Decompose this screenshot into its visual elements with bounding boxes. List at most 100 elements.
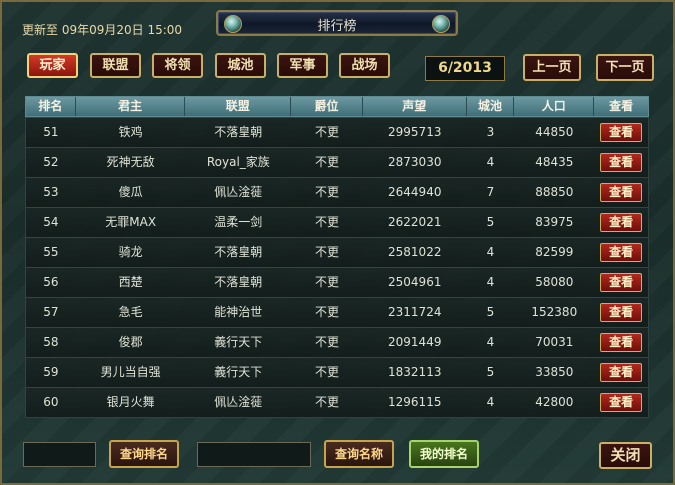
cell-cities: 4 (486, 395, 495, 409)
cell-alliance: 不落皇朝 (214, 125, 263, 139)
cell-lord: 骑龙 (118, 245, 143, 259)
cell-lord: 铁鸡 (118, 125, 143, 139)
cell-prestige: 2091449 (388, 335, 442, 349)
view-button[interactable]: 查看 (600, 213, 643, 232)
rank-search-input[interactable] (23, 442, 96, 467)
cell-population: 152380 (531, 305, 578, 319)
cell-view: 查看 (594, 118, 648, 147)
cell-population: 42800 (535, 395, 574, 409)
tab-alliances[interactable]: 联盟 (90, 53, 141, 78)
cell-population: 48435 (535, 155, 574, 169)
tab-players[interactable]: 玩家 (27, 53, 78, 78)
view-button[interactable]: 查看 (600, 393, 643, 412)
table-header: 排名 君主 联盟 爵位 声望 城池 人口 查看 (25, 96, 649, 117)
cell-title: 不更 (315, 245, 340, 259)
prev-page-button[interactable]: 上一页 (523, 54, 581, 81)
cell-rank: 55 (43, 245, 59, 259)
cell-alliance: 佩亾淦蓰 (214, 185, 263, 199)
table-row: 51 铁鸡 不落皇朝 不更 2995713 3 44850 查看 (26, 117, 648, 147)
column-header-view: 查看 (609, 99, 634, 113)
cell-cities: 4 (486, 155, 495, 169)
column-header-population[interactable]: 人口 (514, 97, 595, 116)
table-row: 55 骑龙 不落皇朝 不更 2581022 4 82599 查看 (26, 237, 648, 267)
cell-view: 查看 (594, 238, 648, 267)
view-button[interactable]: 查看 (600, 153, 643, 172)
next-page-button[interactable]: 下一页 (596, 54, 654, 81)
cell-cities: 5 (486, 365, 495, 379)
cell-cities: 4 (486, 335, 495, 349)
cell-rank: 59 (43, 365, 59, 379)
ranking-table: 51 铁鸡 不落皇朝 不更 2995713 3 44850 查看 52 死神无敌… (25, 117, 649, 418)
cell-lord: 急毛 (118, 305, 143, 319)
tab-generals[interactable]: 将领 (152, 53, 203, 78)
gem-icon (432, 15, 450, 33)
view-button[interactable]: 查看 (600, 123, 643, 142)
view-button[interactable]: 查看 (600, 303, 643, 322)
cell-population: 33850 (535, 365, 574, 379)
column-header-cities[interactable]: 城池 (467, 97, 515, 116)
cell-lord: 男儿当自强 (100, 365, 161, 379)
table-row: 54 无罪MAX 温柔一剑 不更 2622021 5 83975 查看 (26, 207, 648, 237)
query-name-button[interactable]: 查询名称 (324, 440, 394, 468)
view-button[interactable]: 查看 (600, 183, 643, 202)
page-title: 排行榜 (317, 19, 357, 34)
table-row: 57 急毛 能神治世 不更 2311724 5 152380 查看 (26, 297, 648, 327)
view-button[interactable]: 查看 (600, 273, 643, 292)
query-rank-button[interactable]: 查询排名 (109, 440, 179, 468)
cell-lord: 无罪MAX (105, 215, 157, 229)
cell-view: 查看 (594, 388, 648, 417)
cell-alliance: 不落皇朝 (214, 275, 263, 289)
cell-lord: 俊郡 (118, 335, 143, 349)
column-header-prestige[interactable]: 声望 (363, 97, 467, 116)
cell-title: 不更 (315, 215, 340, 229)
cell-rank: 54 (43, 215, 59, 229)
cell-prestige: 2873030 (388, 155, 442, 169)
view-button[interactable]: 查看 (600, 333, 643, 352)
column-header-rank[interactable]: 排名 (26, 97, 76, 116)
tab-military[interactable]: 军事 (277, 53, 328, 78)
table-row: 59 男儿当自强 義行天下 不更 1832113 5 33850 查看 (26, 357, 648, 387)
cell-prestige: 2581022 (388, 245, 442, 259)
cell-population: 70031 (535, 335, 574, 349)
cell-cities: 5 (486, 215, 495, 229)
close-button[interactable]: 关闭 (599, 442, 652, 469)
cell-alliance: 不落皇朝 (214, 245, 263, 259)
cell-lord: 银月火舞 (106, 395, 155, 409)
view-button[interactable]: 查看 (600, 363, 643, 382)
cell-view: 查看 (594, 148, 648, 177)
cell-prestige: 2504961 (388, 275, 442, 289)
tab-battlefield[interactable]: 战场 (339, 53, 390, 78)
cell-lord: 西楚 (118, 275, 143, 289)
cell-title: 不更 (315, 305, 340, 319)
cell-prestige: 2995713 (388, 125, 442, 139)
column-header-title[interactable]: 爵位 (291, 97, 363, 116)
cell-alliance: 義行天下 (214, 335, 263, 349)
cell-prestige: 2622021 (388, 215, 442, 229)
cell-alliance: 義行天下 (214, 365, 263, 379)
cell-title: 不更 (315, 125, 340, 139)
cell-lord: 傻瓜 (118, 185, 143, 199)
cell-rank: 58 (43, 335, 59, 349)
cell-alliance: Royal_家族 (206, 155, 270, 169)
cell-view: 查看 (594, 298, 648, 327)
cell-population: 82599 (535, 245, 574, 259)
cell-population: 88850 (535, 185, 574, 199)
table-row: 52 死神无敌 Royal_家族 不更 2873030 4 48435 查看 (26, 147, 648, 177)
column-header-lord[interactable]: 君主 (76, 97, 186, 116)
name-search-input[interactable] (197, 442, 311, 467)
cell-prestige: 1296115 (388, 395, 442, 409)
update-timestamp: 更新至 09年09月20日 15:00 (22, 23, 183, 37)
view-button[interactable]: 查看 (600, 243, 643, 262)
cell-view: 查看 (594, 358, 648, 387)
cell-rank: 57 (43, 305, 59, 319)
cell-cities: 7 (486, 185, 495, 199)
table-row: 60 银月火舞 佩亾淦蓰 不更 1296115 4 42800 查看 (26, 387, 648, 417)
cell-prestige: 2311724 (388, 305, 442, 319)
tab-cities[interactable]: 城池 (215, 53, 266, 78)
cell-lord: 死神无敌 (106, 155, 155, 169)
my-rank-button[interactable]: 我的排名 (409, 440, 479, 468)
cell-population: 58080 (535, 275, 574, 289)
column-header-alliance[interactable]: 联盟 (185, 97, 292, 116)
cell-cities: 3 (486, 125, 495, 139)
table-row: 56 西楚 不落皇朝 不更 2504961 4 58080 查看 (26, 267, 648, 297)
